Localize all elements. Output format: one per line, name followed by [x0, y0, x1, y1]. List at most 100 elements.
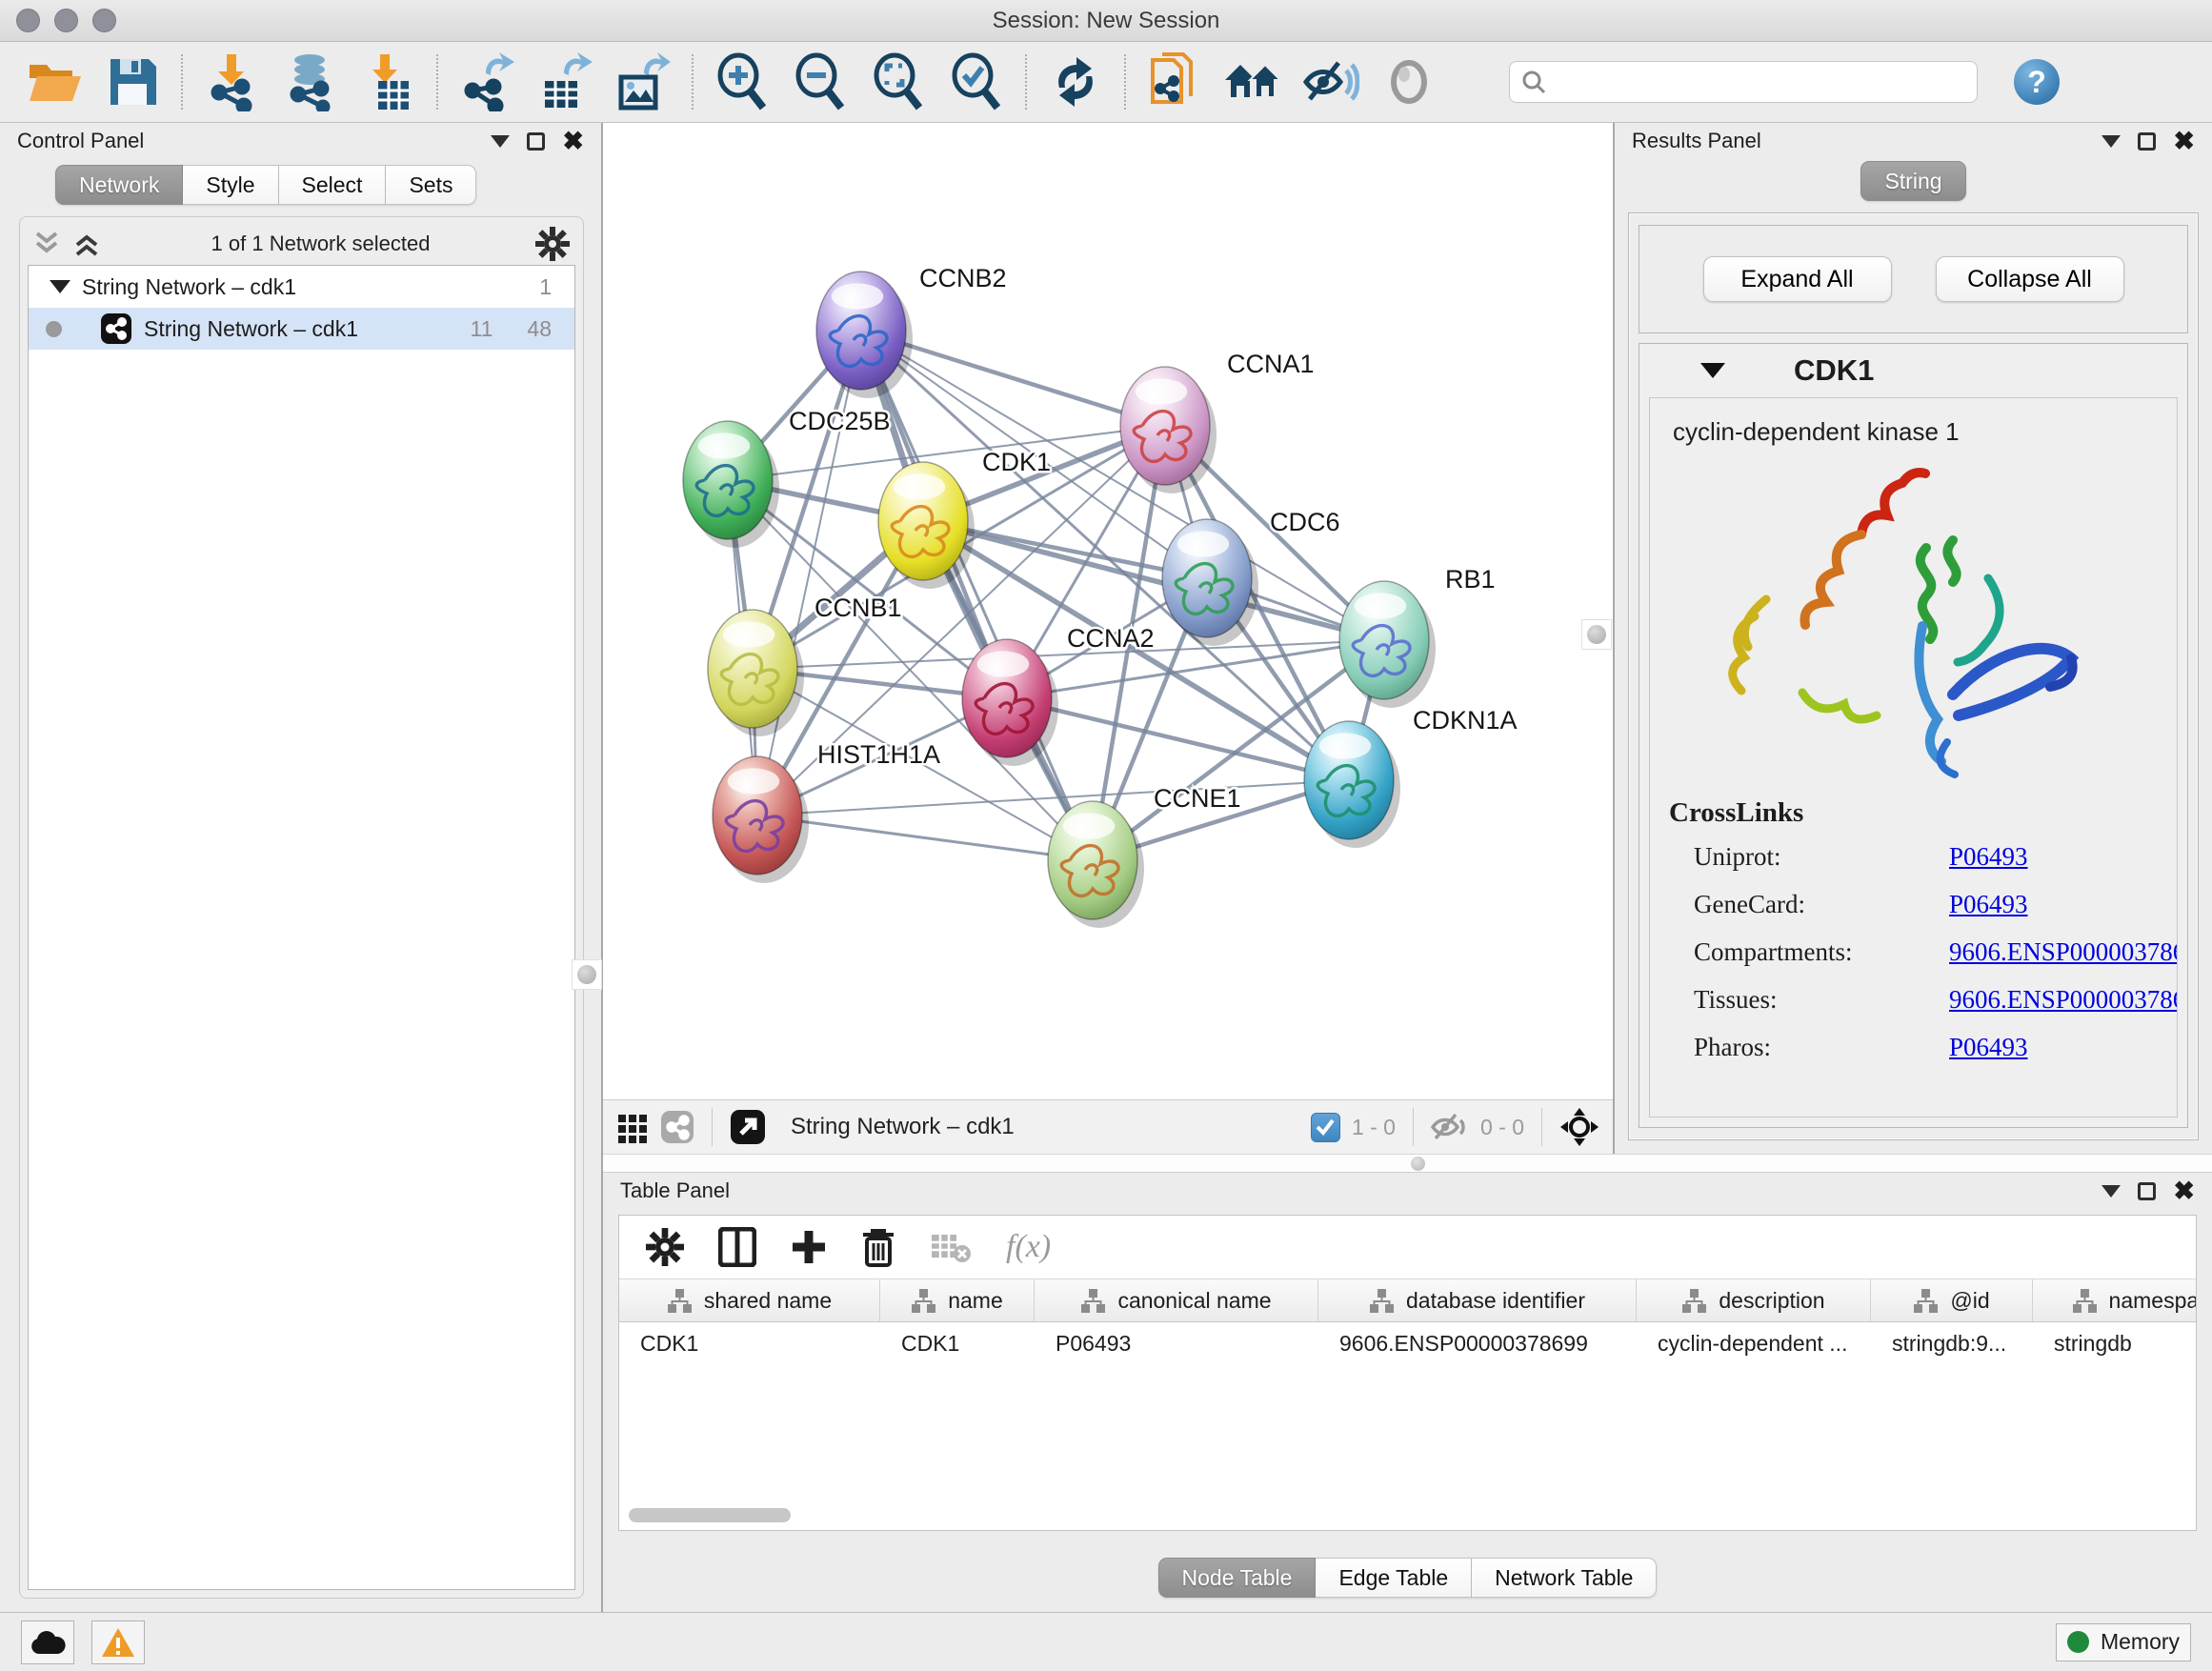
warning-icon — [101, 1627, 135, 1658]
network-node-CCNB1[interactable]: CCNB1 — [708, 594, 902, 736]
add-column-icon[interactable] — [791, 1229, 827, 1265]
network-node-CCNA2[interactable]: CCNA2 — [962, 624, 1155, 766]
export-image-icon[interactable] — [604, 50, 682, 113]
column-header-description[interactable]: description — [1637, 1279, 1871, 1321]
help-icon[interactable]: ? — [2014, 59, 2060, 105]
highlight-icon[interactable] — [1370, 50, 1448, 113]
network-node-CCNA1[interactable]: CCNA1 — [1120, 350, 1315, 493]
column-header-canonical-name[interactable]: canonical name — [1035, 1279, 1318, 1321]
collection-expand-icon[interactable] — [50, 280, 70, 293]
birdseye-navigator-icon[interactable] — [1559, 1107, 1599, 1147]
node-details-header[interactable]: CDK1 — [1639, 344, 2187, 397]
collapse-all-button[interactable]: Collapse All — [1936, 256, 2124, 302]
zoom-selected-icon[interactable] — [937, 50, 1016, 113]
column-header--id[interactable]: @id — [1871, 1279, 2033, 1321]
import-table-file-icon[interactable] — [349, 50, 427, 113]
save-session-icon[interactable] — [93, 50, 171, 113]
network-home-icon[interactable] — [1214, 50, 1292, 113]
cloud-status-button[interactable] — [21, 1621, 74, 1664]
network-collection-row[interactable]: String Network – cdk1 1 — [29, 266, 574, 308]
horizontal-splitter[interactable] — [603, 1154, 2212, 1173]
panel-float-icon[interactable] — [2138, 1182, 2156, 1200]
collapse-entry-icon[interactable] — [1700, 363, 1725, 378]
panel-float-icon[interactable] — [2138, 132, 2156, 151]
memory-status-icon — [2067, 1631, 2089, 1653]
column-header-namespace[interactable]: namespace — [2033, 1279, 2196, 1321]
tab-network-table[interactable]: Network Table — [1472, 1558, 1657, 1598]
close-window-button[interactable] — [16, 9, 40, 32]
network-row[interactable]: String Network – cdk1 11 48 — [29, 308, 574, 350]
right-splitter-handle[interactable] — [1581, 619, 1612, 650]
titlebar: Session: New Session — [0, 0, 2212, 42]
table-gear-icon[interactable] — [646, 1228, 684, 1266]
hidden-eye-icon — [1431, 1112, 1469, 1142]
crosslink-link[interactable]: P06493 — [1949, 842, 2028, 872]
hide-network-icon[interactable] — [1292, 50, 1370, 113]
zoom-out-icon[interactable] — [781, 50, 859, 113]
crosslink-label: Uniprot: — [1694, 842, 1949, 872]
collapse-all-icon[interactable] — [33, 230, 66, 258]
selected-checkbox-icon[interactable] — [1311, 1113, 1340, 1142]
zoom-fit-icon[interactable] — [859, 50, 937, 113]
grid-view-icon[interactable] — [616, 1111, 649, 1143]
tab-edge-table[interactable]: Edge Table — [1316, 1558, 1472, 1598]
panel-close-icon[interactable]: ✖ — [2173, 1178, 2195, 1204]
warnings-button[interactable] — [91, 1621, 145, 1664]
share-document-icon[interactable] — [1136, 50, 1214, 113]
zoom-in-icon[interactable] — [703, 50, 781, 113]
import-network-file-icon[interactable] — [192, 50, 271, 113]
crosslink-link[interactable]: 9606.ENSP00000378699 — [1949, 985, 2178, 1015]
tab-style[interactable]: Style — [183, 165, 278, 205]
tab-string[interactable]: String — [1860, 161, 1965, 201]
node-label-CCNA2: CCNA2 — [1067, 624, 1155, 653]
panel-float-icon[interactable] — [527, 132, 545, 151]
export-table-icon[interactable] — [526, 50, 604, 113]
column-header-name[interactable]: name — [880, 1279, 1035, 1321]
network-node-RB1[interactable]: RB1 — [1339, 565, 1496, 708]
splitter-handle-icon[interactable] — [1411, 1157, 1425, 1171]
panel-close-icon[interactable]: ✖ — [562, 129, 584, 154]
refresh-icon[interactable] — [1036, 50, 1115, 113]
network-view-toolbar: String Network – cdk1 1 - 0 0 - 0 — [603, 1099, 1613, 1154]
open-session-icon[interactable] — [15, 50, 93, 113]
column-header-shared-name[interactable]: shared name — [619, 1279, 880, 1321]
network-node-CCNE1[interactable]: CCNE1 — [1048, 784, 1241, 928]
search-input[interactable] — [1554, 69, 1965, 95]
table-cell: stringdb:9... — [1871, 1331, 2033, 1357]
maximize-window-button[interactable] — [92, 9, 116, 32]
network-canvas[interactable]: CCNB2CCNA1CDC25BCDK1CDC6RB1CCNB1CCNA2CDK… — [603, 123, 1613, 1099]
select-columns-icon[interactable] — [718, 1227, 756, 1267]
crosslink-link[interactable]: P06493 — [1949, 890, 2028, 919]
gear-icon[interactable] — [535, 227, 570, 261]
import-network-database-icon[interactable] — [271, 50, 349, 113]
crosslink-link[interactable]: 9606.ENSP00000378699 — [1949, 937, 2178, 967]
panel-menu-icon[interactable] — [491, 135, 510, 148]
network-node-CDC6[interactable]: CDC6 — [1162, 508, 1340, 646]
tab-node-table[interactable]: Node Table — [1158, 1558, 1317, 1598]
tab-sets[interactable]: Sets — [386, 165, 476, 205]
table-horizontal-scrollbar[interactable] — [629, 1508, 791, 1522]
expand-all-icon[interactable] — [73, 230, 106, 258]
network-thumbnail-icon[interactable] — [660, 1110, 694, 1144]
open-in-window-icon[interactable] — [730, 1109, 766, 1145]
panel-menu-icon[interactable] — [2101, 135, 2121, 148]
expand-all-button[interactable]: Expand All — [1703, 256, 1892, 302]
minimize-window-button[interactable] — [54, 9, 78, 32]
crosslinks-section: CrossLinks Uniprot:P06493GeneCard:P06493… — [1669, 797, 2158, 1062]
panel-menu-icon[interactable] — [2101, 1185, 2121, 1198]
search-box[interactable] — [1509, 61, 1978, 103]
export-network-icon[interactable] — [448, 50, 526, 113]
panel-close-icon[interactable]: ✖ — [2173, 129, 2195, 154]
window-controls[interactable] — [16, 9, 116, 32]
table-cell: 9606.ENSP00000378699 — [1318, 1331, 1637, 1357]
delete-column-icon[interactable] — [861, 1227, 895, 1267]
memory-button[interactable]: Memory — [2056, 1623, 2191, 1661]
network-node-CDKN1A[interactable]: CDKN1A — [1304, 706, 1518, 848]
tab-network[interactable]: Network — [55, 165, 183, 205]
crosslink-link[interactable]: P06493 — [1949, 1033, 2028, 1062]
table-row[interactable]: CDK1CDK1P064939606.ENSP00000378699cyclin… — [619, 1322, 2196, 1364]
left-splitter-handle[interactable] — [572, 959, 602, 990]
tab-select[interactable]: Select — [279, 165, 387, 205]
network-icon — [100, 312, 132, 345]
column-header-database-identifier[interactable]: database identifier — [1318, 1279, 1637, 1321]
